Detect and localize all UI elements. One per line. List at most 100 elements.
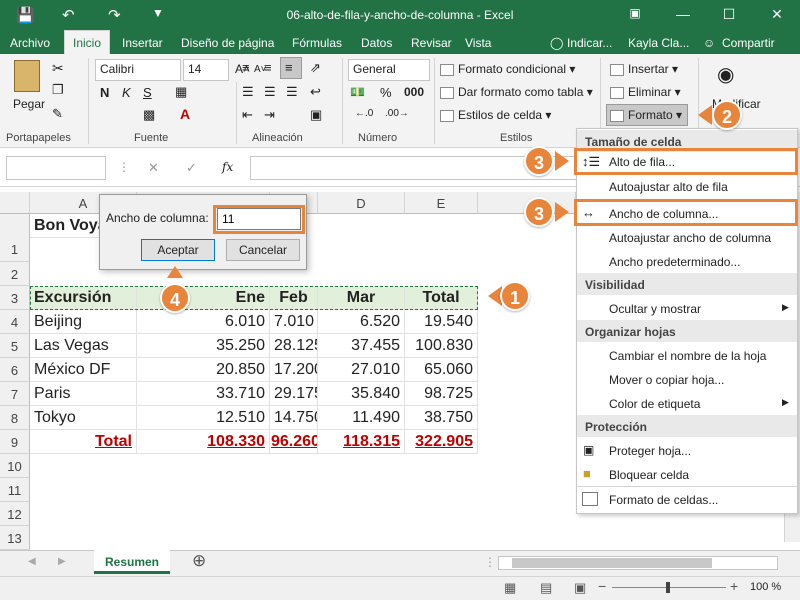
user-name[interactable]: Kayla Cla...	[628, 36, 689, 50]
data-cell[interactable]: 20.850	[137, 358, 270, 382]
data-cell[interactable]: 35.840	[318, 382, 405, 406]
close-icon[interactable]: ✕	[762, 6, 792, 23]
tab-inicio[interactable]: Inicio	[64, 30, 111, 54]
row-header[interactable]: 4	[0, 310, 30, 334]
format-as-table-button[interactable]: Dar formato como tabla ▾	[440, 85, 593, 99]
next-sheet-icon[interactable]: ▶	[58, 556, 66, 567]
page-layout-view-icon[interactable]: ▤	[540, 580, 552, 596]
font-color-icon[interactable]: A	[180, 106, 190, 122]
copy-icon[interactable]: ❐	[52, 82, 64, 98]
horizontal-scroll-thumb[interactable]	[512, 558, 712, 568]
row-header[interactable]: 11	[0, 478, 30, 502]
increase-indent-icon[interactable]: ⇥	[264, 107, 275, 123]
menu-item-autofit-column[interactable]: Autoajustar ancho de columna	[609, 231, 771, 245]
tab-vista[interactable]: Vista	[465, 36, 491, 50]
tab-insertar[interactable]: Insertar	[122, 36, 163, 50]
data-cell[interactable]: 7.010	[270, 310, 318, 334]
orientation-icon[interactable]: ⇗	[310, 60, 321, 76]
row-header[interactable]: 10	[0, 454, 30, 478]
menu-item-autofit-row[interactable]: Autoajustar alto de fila	[609, 180, 728, 194]
row-header[interactable]: 13	[0, 526, 30, 550]
ribbon-options-icon[interactable]: ▣	[620, 6, 650, 20]
zoom-level[interactable]: 100 %	[750, 581, 781, 593]
insert-function-icon[interactable]: fx	[222, 160, 233, 174]
zoom-in-icon[interactable]: +	[730, 578, 738, 594]
data-cell[interactable]: 14.750	[270, 406, 318, 430]
align-middle-icon[interactable]: ≡	[264, 60, 272, 75]
maximize-icon[interactable]: ☐	[714, 6, 744, 23]
confirm-entry-icon[interactable]: ✓	[186, 160, 197, 176]
menu-item-tab-color[interactable]: Color de etiqueta	[609, 397, 700, 411]
row-header[interactable]: 1	[0, 214, 30, 262]
column-header-e[interactable]: E	[405, 192, 478, 214]
accept-button[interactable]: Aceptar	[141, 239, 215, 261]
decrease-decimal-icon[interactable]: .00→	[385, 108, 409, 119]
menu-item-format-cells[interactable]: Formato de celdas...	[609, 493, 718, 507]
data-cell[interactable]: Tokyo	[30, 406, 137, 430]
borders-icon[interactable]: ▦	[175, 84, 187, 100]
header-cell[interactable]: Excursión	[30, 286, 137, 310]
data-cell[interactable]: 28.125	[270, 334, 318, 358]
underline-button[interactable]: S	[143, 85, 152, 100]
menu-item-hide-show[interactable]: Ocultar y mostrar	[609, 302, 701, 316]
data-cell[interactable]: 29.175	[270, 382, 318, 406]
data-cell[interactable]: 37.455	[318, 334, 405, 358]
tell-me-box[interactable]: Indicar...	[567, 36, 612, 50]
zoom-slider-thumb[interactable]	[666, 582, 670, 593]
data-cell[interactable]: 19.540	[405, 310, 478, 334]
paste-label[interactable]: Pegar	[13, 97, 45, 111]
row-header[interactable]: 9	[0, 430, 30, 454]
menu-item-default-width[interactable]: Ancho predeterminado...	[609, 255, 740, 269]
page-break-view-icon[interactable]: ▣	[574, 580, 586, 596]
bold-button[interactable]: N	[100, 85, 109, 100]
row-header[interactable]: 6	[0, 358, 30, 382]
header-cell[interactable]: Mar	[318, 286, 405, 310]
data-cell[interactable]: 65.060	[405, 358, 478, 382]
normal-view-icon[interactable]: ▦	[504, 580, 516, 596]
conditional-format-button[interactable]: Formato condicional ▾	[440, 62, 575, 76]
menu-item-rename-sheet[interactable]: Cambiar el nombre de la hoja	[609, 349, 766, 363]
percent-icon[interactable]: %	[380, 85, 392, 100]
comma-style-icon[interactable]: 000	[404, 85, 424, 99]
row-header[interactable]: 8	[0, 406, 30, 430]
data-cell[interactable]: Paris	[30, 382, 137, 406]
align-left-icon[interactable]: ☰	[242, 84, 254, 100]
header-cell[interactable]: Feb	[270, 286, 318, 310]
data-cell[interactable]: 11.490	[318, 406, 405, 430]
data-cell[interactable]: 6.520	[318, 310, 405, 334]
increase-decimal-icon[interactable]: ←.0	[355, 108, 373, 119]
data-cell[interactable]: 17.200	[270, 358, 318, 382]
column-header-d[interactable]: D	[318, 192, 405, 214]
data-cell[interactable]: 27.010	[318, 358, 405, 382]
data-cell[interactable]: Las Vegas	[30, 334, 137, 358]
header-cell[interactable]: Total	[405, 286, 478, 310]
total-cell[interactable]: 108.330	[137, 430, 270, 454]
wrap-text-icon[interactable]: ↩	[310, 84, 321, 100]
cancel-button[interactable]: Cancelar	[226, 239, 300, 261]
minimize-icon[interactable]: —	[668, 6, 698, 22]
data-cell[interactable]: 100.830	[405, 334, 478, 358]
column-width-input[interactable]	[217, 208, 301, 230]
tab-archivo[interactable]: Archivo	[10, 36, 50, 50]
cut-icon[interactable]: ✂	[52, 60, 64, 77]
paste-icon[interactable]	[14, 60, 40, 92]
row-header[interactable]: 2	[0, 262, 30, 286]
name-box[interactable]	[6, 156, 106, 180]
number-format-select[interactable]: General	[348, 59, 430, 81]
data-cell[interactable]: 12.510	[137, 406, 270, 430]
prev-sheet-icon[interactable]: ◀	[28, 556, 36, 567]
align-right-icon[interactable]: ☰	[286, 84, 298, 100]
header-cell[interactable]: Ene	[137, 286, 270, 310]
data-cell[interactable]: 6.010	[137, 310, 270, 334]
cell-styles-button[interactable]: Estilos de celda ▾	[440, 108, 551, 122]
data-cell[interactable]: 33.710	[137, 382, 270, 406]
add-sheet-icon[interactable]: ⊕	[192, 551, 206, 571]
insert-cells-button[interactable]: Insertar ▾	[610, 62, 678, 76]
align-top-icon[interactable]: ≡	[242, 60, 250, 75]
font-size-select[interactable]: 14	[183, 59, 229, 81]
menu-item-lock-cell[interactable]: Bloquear celda	[609, 468, 689, 482]
merge-center-icon[interactable]: ▣	[310, 107, 322, 123]
data-cell[interactable]: 35.250	[137, 334, 270, 358]
italic-button[interactable]: K	[122, 85, 131, 100]
tab-formulas[interactable]: Fórmulas	[292, 36, 342, 50]
